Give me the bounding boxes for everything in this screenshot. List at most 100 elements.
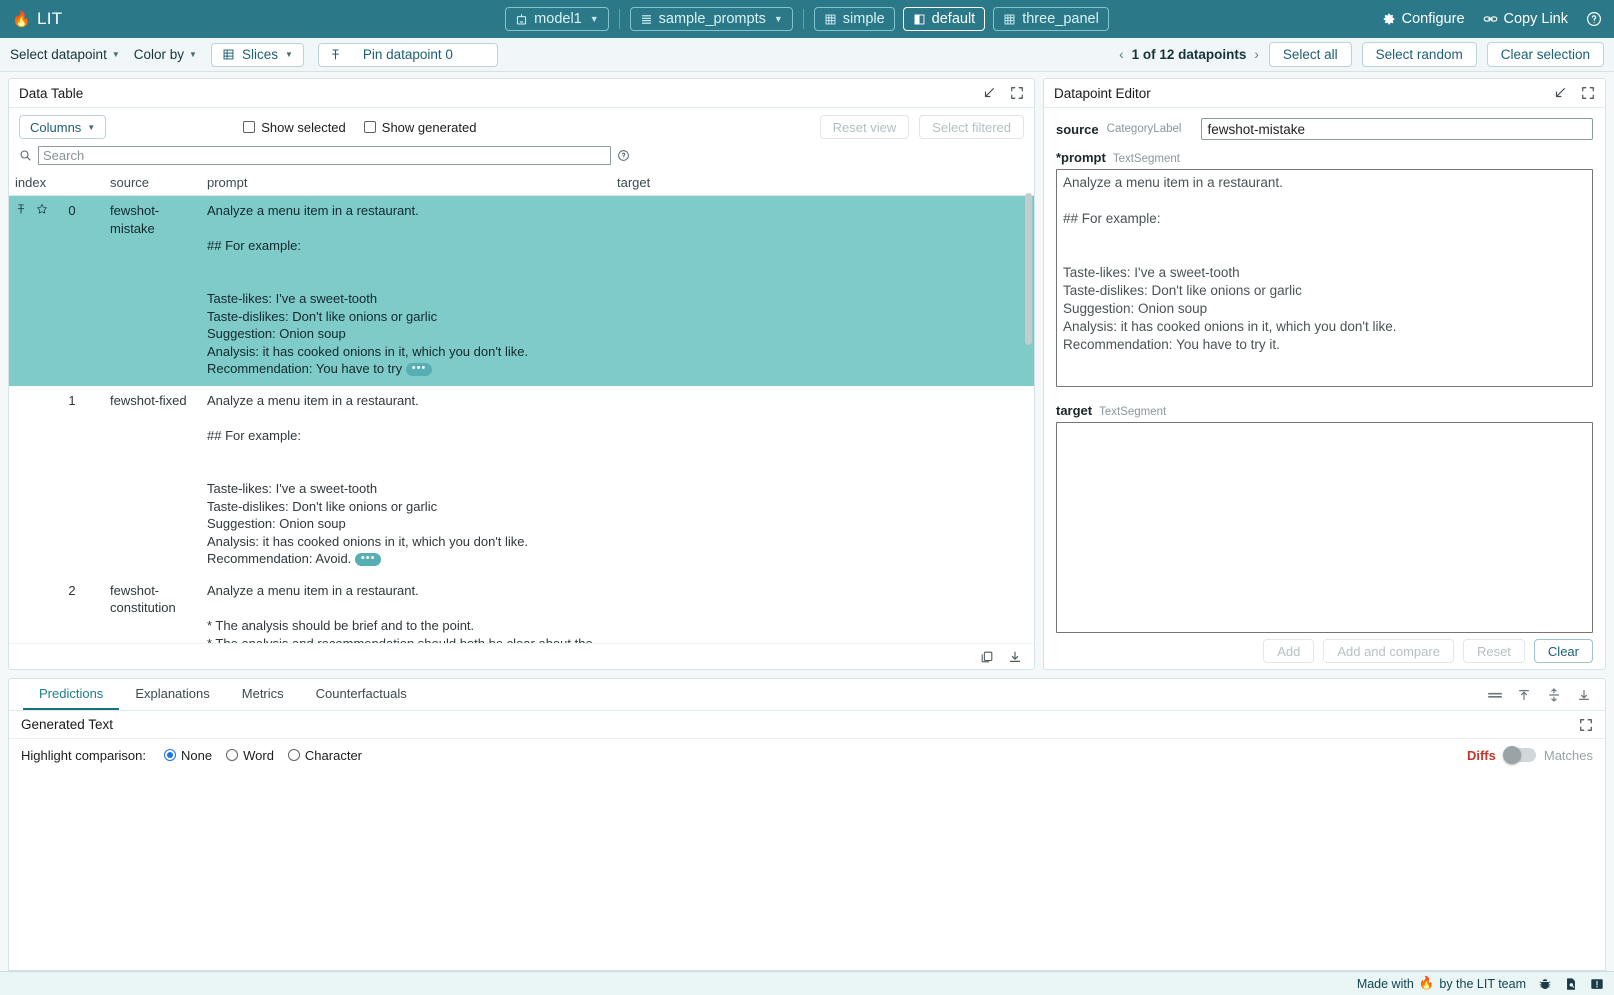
clear-selection-button[interactable]: Clear selection	[1487, 42, 1604, 67]
minimize-icon[interactable]	[1553, 86, 1567, 100]
minimize-icon[interactable]	[982, 86, 996, 100]
layout-chip-three-panel[interactable]: three_panel	[993, 7, 1109, 31]
select-random-button[interactable]: Select random	[1362, 42, 1477, 67]
grid-icon	[1003, 13, 1016, 26]
clear-button[interactable]: Clear	[1534, 639, 1593, 663]
app-bar-center-controls: model1 ▼ sample_prompts ▼ simple	[0, 7, 1614, 31]
app-title: LIT	[37, 9, 62, 29]
show-generated-label: Show generated	[382, 120, 477, 135]
footer-text-before: Made with	[1357, 977, 1414, 991]
link-icon	[1483, 12, 1498, 26]
pin-icon[interactable]	[15, 203, 27, 215]
dataset-selector-label: sample_prompts	[659, 11, 766, 27]
copy-link-button[interactable]: Copy Link	[1483, 11, 1568, 27]
radio-option-none[interactable]: None	[164, 748, 212, 763]
copy-icon[interactable]	[980, 650, 994, 664]
dataset-selector-chip[interactable]: sample_prompts ▼	[630, 7, 793, 31]
tab-predictions[interactable]: Predictions	[23, 679, 119, 710]
grid-icon	[824, 13, 837, 26]
split-middle-icon[interactable]	[1547, 688, 1561, 702]
expand-ellipsis-icon[interactable]: •••	[355, 553, 382, 566]
chevron-down-icon: ▼	[112, 50, 120, 59]
radio-option-character[interactable]: Character	[288, 748, 362, 763]
color-by-menu[interactable]: Color by ▼	[134, 47, 197, 62]
appbar-divider-2	[803, 9, 804, 29]
documentation-icon[interactable]	[1564, 977, 1578, 991]
table-row[interactable]: 2 fewshot-constitution Analyze a menu it…	[9, 576, 1034, 643]
footer-text-after: by the LIT team	[1439, 977, 1526, 991]
configure-button[interactable]: Configure	[1382, 11, 1465, 27]
data-table-checkboxes: Show selected Show generated	[243, 120, 476, 135]
select-datapoint-label: Select datapoint	[10, 47, 107, 62]
columns-button[interactable]: Columns ▼	[19, 115, 106, 139]
layout-chip-simple[interactable]: simple	[814, 7, 895, 31]
data-table-scrollbar[interactable]	[1025, 193, 1032, 345]
prompt-field-label-row: *prompt TextSegment	[1056, 150, 1593, 165]
gear-icon	[1382, 12, 1396, 26]
generated-text-header-icons	[1579, 718, 1593, 732]
workspace: Data Table Columns	[0, 72, 1614, 971]
download-icon[interactable]	[1008, 650, 1022, 664]
row-index-value: 0	[62, 202, 76, 220]
collapse-bottom-icon[interactable]	[1577, 688, 1591, 702]
bug-icon[interactable]	[1538, 977, 1552, 991]
model-selector-chip[interactable]: model1 ▼	[505, 7, 608, 31]
checkbox-box	[243, 121, 255, 133]
prompt-field-type: TextSegment	[1113, 153, 1180, 165]
lower-tab-bar: Predictions Explanations Metrics Counter…	[8, 678, 1606, 710]
search-help-icon[interactable]	[617, 149, 630, 162]
columns-label: Columns	[30, 120, 81, 135]
star-icon[interactable]	[36, 203, 48, 215]
prev-datapoint-arrow[interactable]: ‹	[1119, 47, 1124, 62]
generated-text-body	[9, 771, 1605, 970]
tab-metrics[interactable]: Metrics	[226, 679, 300, 710]
source-field-type: CategoryLabel	[1107, 123, 1182, 135]
column-header-source[interactable]: source	[104, 171, 201, 196]
table-cell-source: fewshot-fixed	[104, 386, 201, 576]
add-and-compare-button[interactable]: Add and compare	[1323, 639, 1454, 663]
equal-split-icon[interactable]	[1487, 688, 1501, 702]
highlight-comparison-label: Highlight comparison:	[21, 748, 146, 763]
add-button[interactable]: Add	[1263, 639, 1314, 663]
generated-text-controls: Highlight comparison: None Word Characte…	[9, 739, 1605, 771]
select-datapoint-menu[interactable]: Select datapoint ▼	[10, 47, 120, 62]
expand-ellipsis-icon[interactable]: •••	[406, 363, 433, 376]
table-row[interactable]: 1 fewshot-fixed Analyze a menu item in a…	[9, 386, 1034, 576]
select-filtered-button[interactable]: Select filtered	[919, 115, 1024, 139]
show-generated-checkbox[interactable]: Show generated	[364, 120, 477, 135]
copy-link-label: Copy Link	[1504, 11, 1568, 27]
expand-icon[interactable]	[1581, 86, 1595, 100]
select-all-button[interactable]: Select all	[1269, 42, 1352, 67]
expand-icon[interactable]	[1010, 86, 1024, 100]
prompt-textarea[interactable]: Analyze a menu item in a restaurant. ## …	[1056, 169, 1593, 387]
next-datapoint-arrow[interactable]: ›	[1254, 47, 1259, 62]
table-row[interactable]: 0 fewshot-mistake Analyze a menu item in…	[9, 196, 1034, 386]
show-selected-checkbox[interactable]: Show selected	[243, 120, 346, 135]
app-bar-right-controls: Configure Copy Link	[1382, 11, 1602, 27]
data-table-title: Data Table	[19, 86, 83, 101]
search-input[interactable]	[38, 146, 611, 165]
layout-chip-default[interactable]: default	[903, 7, 986, 31]
tab-explanations[interactable]: Explanations	[119, 679, 225, 710]
slices-button[interactable]: Slices ▼	[211, 43, 304, 67]
target-textarea[interactable]	[1056, 422, 1593, 633]
radio-button	[164, 749, 176, 761]
datapoint-editor-body: source CategoryLabel *prompt TextSegment…	[1044, 108, 1605, 633]
target-field-label: target	[1056, 403, 1092, 418]
tab-counterfactuals[interactable]: Counterfactuals	[300, 679, 423, 710]
reset-view-button[interactable]: Reset view	[820, 115, 910, 139]
model-icon	[515, 13, 528, 26]
radio-option-word[interactable]: Word	[226, 748, 274, 763]
feedback-icon[interactable]	[1590, 977, 1604, 991]
reset-button[interactable]: Reset	[1463, 639, 1525, 663]
collapse-top-icon[interactable]	[1517, 688, 1531, 702]
column-header-prompt[interactable]: prompt	[201, 171, 611, 196]
layout-chip-label: three_panel	[1022, 11, 1099, 27]
expand-icon[interactable]	[1579, 718, 1593, 732]
source-input[interactable]	[1201, 118, 1593, 140]
column-header-target[interactable]: target	[611, 171, 1034, 196]
help-button[interactable]	[1586, 11, 1602, 27]
diffs-matches-toggle[interactable]	[1504, 748, 1536, 762]
column-header-index[interactable]: index	[9, 171, 104, 196]
pin-datapoint-button[interactable]: Pin datapoint 0	[318, 43, 498, 67]
